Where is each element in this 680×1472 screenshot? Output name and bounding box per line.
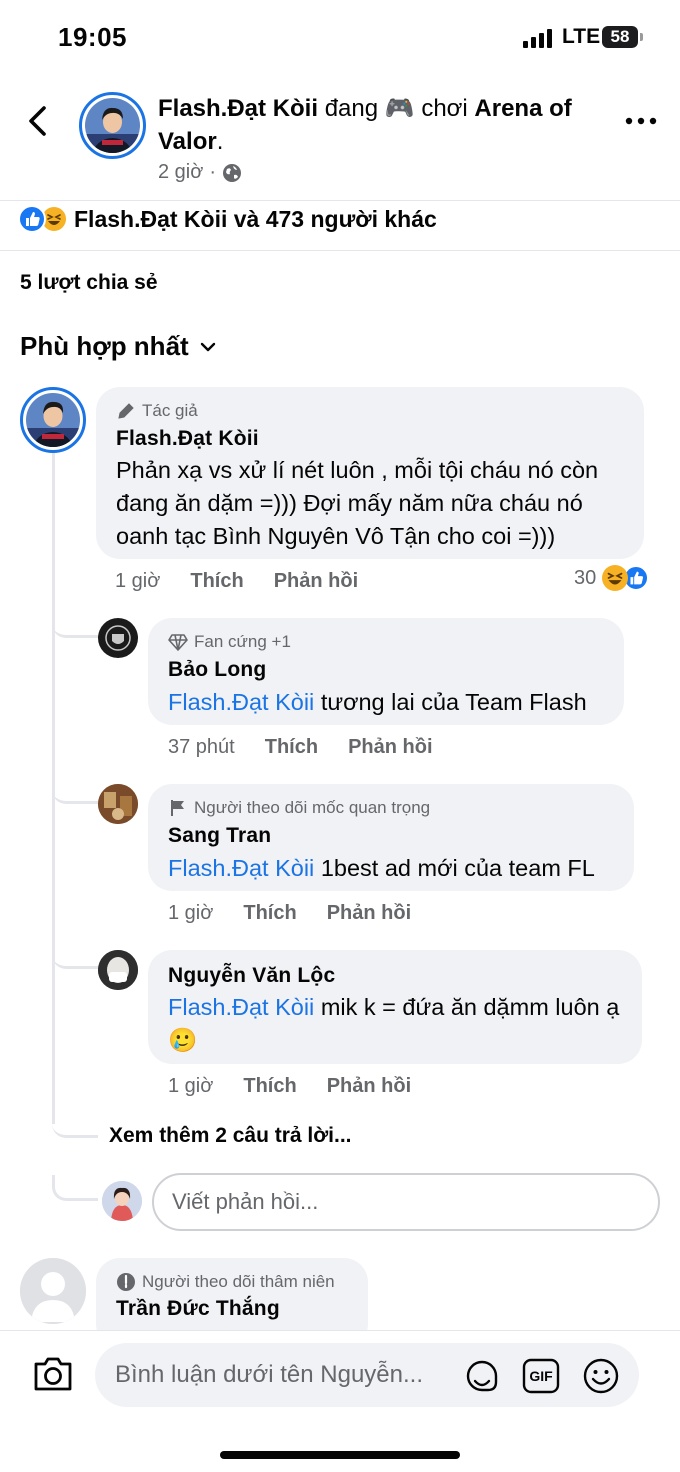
avatar[interactable] — [20, 1258, 86, 1324]
mention-link[interactable]: Flash.Đạt Kòii — [168, 689, 314, 715]
author-name[interactable]: Flash.Đạt Kòii — [158, 95, 318, 122]
reply-body: 1best ad mới của team FL — [320, 855, 595, 881]
flag-icon — [171, 800, 184, 816]
avatar[interactable] — [98, 618, 138, 658]
divider — [0, 250, 680, 251]
reactions-summary[interactable]: Flash.Đạt Kòii và 473 người khác — [74, 206, 437, 233]
thread-connector — [52, 600, 98, 638]
author-avatar[interactable] — [79, 92, 146, 159]
see-more-replies[interactable]: Xem thêm 2 câu trả lời... — [109, 1124, 352, 1148]
reply-text: Flash.Đạt Kòii tương lai của Team Flash — [168, 686, 618, 719]
commenter-name[interactable]: Flash.Đạt Kòii — [116, 427, 259, 451]
comment-reactions[interactable]: 30 — [574, 565, 650, 591]
like-button[interactable]: Thích — [265, 736, 318, 759]
reply-button[interactable]: Phản hồi — [327, 902, 411, 925]
sticker-icon[interactable] — [463, 1357, 501, 1395]
reply-button[interactable]: Phản hồi — [274, 570, 358, 593]
post-header: Flash.Đạt Kòii đang 🎮 chơi Arena of Valo… — [0, 80, 680, 200]
meta-separator: · — [209, 161, 217, 183]
mention-link[interactable]: Flash.Đạt Kòii — [168, 855, 314, 881]
home-indicator — [220, 1451, 460, 1459]
battery-nub — [640, 33, 643, 41]
gif-icon[interactable]: GIF — [522, 1357, 560, 1395]
status-bar: 19:05 LTE 58 — [0, 0, 680, 80]
reply-button[interactable]: Phản hồi — [327, 1075, 411, 1098]
badge-label: Người theo dõi mốc quan trọng — [194, 798, 431, 817]
reply-input[interactable]: Viết phản hồi... — [152, 1173, 660, 1231]
reaction-count: 30 — [574, 566, 597, 589]
like-button[interactable]: Thích — [243, 902, 296, 925]
badge-label: Tác giả — [142, 401, 198, 420]
commenter-name[interactable]: Nguyễn Văn Lộc — [168, 964, 335, 988]
reply-time[interactable]: 1 giờ — [168, 902, 213, 925]
chevron-down-icon — [200, 342, 215, 351]
fan-badge: Fan cứng +1 — [168, 632, 291, 652]
commenter-name[interactable]: Bảo Long — [168, 658, 266, 682]
post-meta: 2 giờ · — [158, 161, 242, 184]
shield-icon — [117, 1273, 135, 1291]
reply-bubble: Fan cứng +1 Bảo Long Flash.Đạt Kòii tươn… — [148, 618, 624, 725]
avatar[interactable] — [98, 784, 138, 824]
shares-count[interactable]: 5 lượt chia sẻ — [20, 271, 158, 295]
follower-badge: Người theo dõi thâm niên — [116, 1272, 335, 1292]
comment-text: Phản xạ vs xử lí nét luôn , mỗi tội cháu… — [116, 457, 599, 549]
commenter-name[interactable]: Trần Đức Thắng — [116, 1297, 280, 1321]
battery-icon: 58 — [602, 26, 638, 48]
comment-composer: Bình luận dưới tên Nguyễn... GIF — [0, 1330, 680, 1472]
reply-text: Flash.Đạt Kòii mik k = đứa ăn dặmm luôn … — [168, 991, 634, 1057]
pencil-icon — [118, 403, 134, 419]
reply-bubble: Người theo dõi mốc quan trọng Sang Tran … — [148, 784, 634, 891]
reactions-row[interactable]: Flash.Đạt Kòii và 473 người khác — [18, 204, 437, 234]
haha-icon — [602, 565, 629, 591]
more-icon[interactable] — [624, 114, 658, 128]
comment-input[interactable]: Bình luận dưới tên Nguyễn... GIF — [95, 1343, 639, 1407]
back-icon[interactable] — [22, 104, 56, 138]
reply-actions: 1 giờ Thích Phản hồi — [168, 1075, 411, 1098]
badge-label: Người theo dõi thâm niên — [142, 1272, 335, 1291]
network-label: LTE — [562, 25, 601, 48]
sort-label: Phù hợp nhất — [20, 331, 189, 361]
title-suffix: . — [216, 128, 224, 155]
signal-icon — [523, 29, 552, 48]
comment-time[interactable]: 1 giờ — [115, 570, 160, 593]
reply-button[interactable]: Phản hồi — [348, 736, 432, 759]
svg-text:GIF: GIF — [529, 1368, 553, 1384]
emoji-icon[interactable] — [582, 1357, 620, 1395]
reply-actions: 37 phút Thích Phản hồi — [168, 736, 433, 759]
author-badge: Tác giả — [116, 401, 198, 421]
follower-badge: Người theo dõi mốc quan trọng — [168, 798, 430, 818]
camera-icon[interactable] — [32, 1355, 74, 1393]
like-button[interactable]: Thích — [190, 570, 243, 593]
reply-time[interactable]: 37 phút — [168, 736, 235, 759]
like-button[interactable]: Thích — [243, 1075, 296, 1098]
thread-connector — [52, 945, 98, 969]
commenter-name[interactable]: Sang Tran — [168, 824, 271, 848]
reply-time[interactable]: 1 giờ — [168, 1075, 213, 1098]
comment-actions: 1 giờ Thích Phản hồi — [115, 570, 358, 593]
globe-icon — [223, 163, 242, 182]
like-icon — [18, 205, 46, 233]
reply-text: Flash.Đạt Kòii 1best ad mới của team FL — [168, 852, 628, 885]
thread-connector — [52, 1115, 98, 1138]
avatar[interactable] — [20, 387, 86, 453]
post-time[interactable]: 2 giờ — [158, 161, 203, 184]
status-time: 19:05 — [58, 22, 127, 52]
avatar — [102, 1181, 142, 1221]
diamond-icon — [168, 634, 188, 651]
mention-link[interactable]: Flash.Đạt Kòii — [168, 994, 314, 1020]
thread-connector — [52, 1175, 98, 1201]
reply-actions: 1 giờ Thích Phản hồi — [168, 902, 411, 925]
comment-bubble: Tác giả Flash.Đạt Kòii Phản xạ vs xử lí … — [96, 387, 644, 559]
comment-placeholder: Bình luận dưới tên Nguyễn... — [115, 1361, 423, 1388]
activity-verb: đang 🎮 chơi — [324, 95, 468, 122]
divider — [0, 200, 680, 201]
thread-connector — [52, 778, 98, 804]
avatar[interactable] — [98, 950, 138, 990]
badge-label: Fan cứng +1 — [194, 632, 291, 651]
reply-bubble: Nguyễn Văn Lộc Flash.Đạt Kòii mik k = đứ… — [148, 950, 642, 1064]
sort-dropdown[interactable]: Phù hợp nhất — [20, 331, 217, 362]
reply-body: tương lai của Team Flash — [320, 689, 587, 715]
post-title: Flash.Đạt Kòii đang 🎮 chơi Arena of Valo… — [158, 92, 598, 158]
